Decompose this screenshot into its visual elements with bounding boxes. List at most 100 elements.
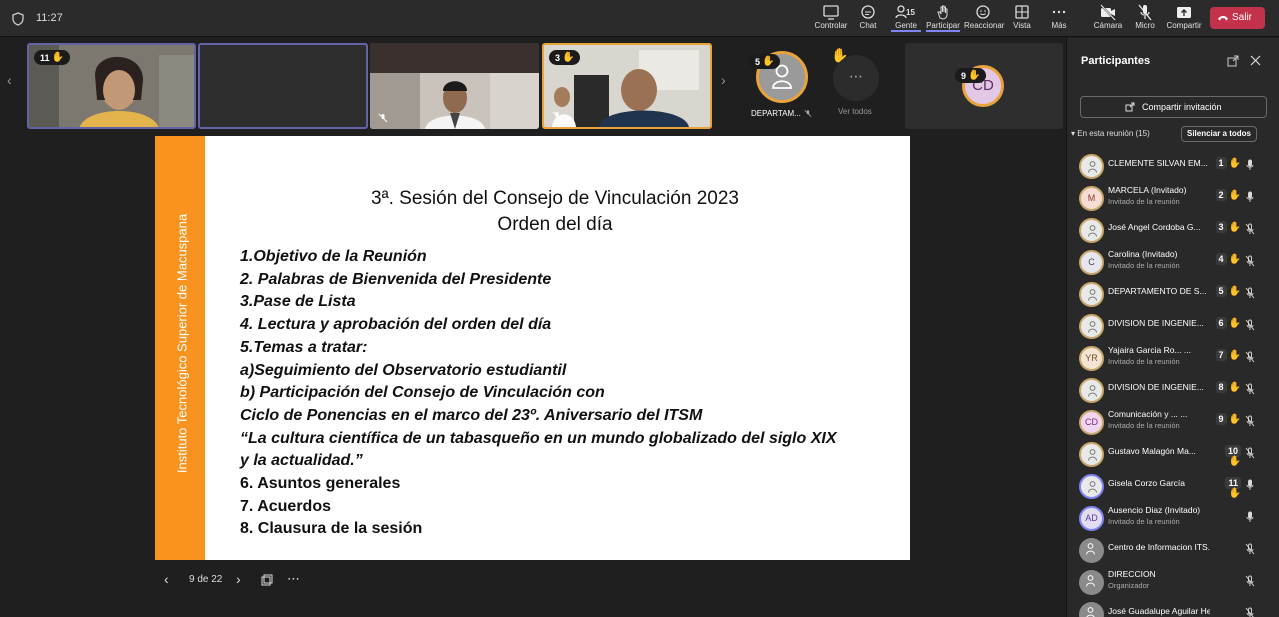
video-tile-1[interactable]: 11 ✋ <box>27 43 196 129</box>
participant-row[interactable]: DIVISION DE INGENIE... 8 ✋ <box>1067 374 1279 406</box>
audio-tile-department[interactable]: 5 ✋ DEPARTAM... <box>748 43 818 129</box>
prev-slide-button[interactable]: ‹ <box>164 571 169 587</box>
react-button[interactable]: Reaccionar <box>964 4 1004 34</box>
agenda-list: 1.Objetivo de la Reunión 2. Palabras de … <box>240 246 837 541</box>
shield-icon <box>12 12 24 26</box>
popout-icon[interactable] <box>1227 55 1239 67</box>
agenda-item: 8. Clausura de la sesión <box>240 520 423 538</box>
people-count: 15 <box>906 8 915 17</box>
more-options-icon[interactable]: ⋯ <box>287 571 300 587</box>
hand-raise-order: 1 ✋ <box>1213 157 1241 169</box>
people-button[interactable]: 15 Gente <box>891 4 921 34</box>
audio-tile-cd[interactable]: CD 9 ✋ <box>905 43 1063 129</box>
participant-name: Comunicación y ... ... <box>1108 409 1188 419</box>
agenda-item: 1.Objetivo de la Reunión <box>240 248 427 265</box>
participant-video <box>370 43 539 129</box>
participant-name: Carolina (Invitado) <box>1108 249 1178 259</box>
participant-row[interactable]: AD Ausencio Diaz (Invitado) Invitado de la… <box>1067 502 1279 534</box>
participant-row[interactable]: Centro de Informacion ITS. M... <box>1067 534 1279 566</box>
share-button[interactable]: Compartir <box>1164 4 1204 34</box>
participant-row[interactable]: Gisela Corzo García 11✋ <box>1067 470 1279 502</box>
mic-icon[interactable] <box>1245 191 1255 203</box>
agenda-item: “La cultura científica de un tabasqueño … <box>240 429 837 447</box>
participant-row[interactable]: DIVISION DE INGENIE... 6 ✋ <box>1067 310 1279 342</box>
avatar <box>1079 378 1104 403</box>
muted-mic-icon[interactable] <box>1245 255 1255 267</box>
participant-row[interactable]: YR Yajaira Garcia Ro... ... Invitado de la… <box>1067 342 1279 374</box>
control-button[interactable]: Controlar <box>813 4 849 34</box>
mute-all-button[interactable]: Silenciar a todos <box>1181 126 1257 142</box>
slides-grid-icon[interactable] <box>261 574 273 586</box>
muted-mic-icon[interactable] <box>1245 543 1255 555</box>
hand-icon: ✋ <box>1228 222 1241 233</box>
view-button[interactable]: Vista <box>1010 4 1034 34</box>
slide-side-bar: Instituto Tecnológico Superior de Macusp… <box>155 136 205 560</box>
avatar: C <box>1079 250 1104 275</box>
hand-icon: ✋ <box>562 52 575 63</box>
in-meeting-header[interactable]: ▾ En esta reunión (15) <box>1071 129 1150 138</box>
more-button[interactable]: Más <box>1048 4 1070 34</box>
strip-next-arrow[interactable]: › <box>721 72 726 88</box>
hand-raise-order: 9 ✋ <box>1213 413 1241 425</box>
participant-name: José Guadalupe Aguilar Hern... <box>1108 606 1210 616</box>
muted-mic-icon[interactable] <box>1245 447 1255 459</box>
slide-navigation: ‹ 9 de 22 › ⋯ <box>160 570 320 590</box>
participant-row[interactable]: CD Comunicación y ... ... Invitado de la r… <box>1067 406 1279 438</box>
participant-row[interactable]: Gustavo Malagón Ma... 10✋ <box>1067 438 1279 470</box>
muted-mic-icon[interactable] <box>1245 575 1255 587</box>
muted-mic-icon[interactable] <box>1245 223 1255 235</box>
agenda-item: b) Participación del Consejo de Vinculac… <box>240 384 605 402</box>
next-slide-button[interactable]: › <box>236 571 241 587</box>
camera-button[interactable]: Cámara <box>1093 4 1123 34</box>
muted-mic-icon <box>552 111 562 121</box>
participant-name: José Angel Cordoba G... <box>1108 222 1201 232</box>
video-tile-3[interactable] <box>370 43 539 129</box>
camera-off-icon <box>1100 4 1116 21</box>
hand-icon: ✋ <box>1228 456 1241 467</box>
more-icon <box>1052 10 1066 14</box>
person-icon <box>1088 161 1097 173</box>
mic-button[interactable]: Micro <box>1133 4 1157 34</box>
chat-button[interactable]: Chat <box>856 4 880 34</box>
muted-mic-icon[interactable] <box>1245 415 1255 427</box>
participant-name: DIRECCION <box>1108 569 1156 579</box>
participant-row[interactable]: José Angel Cordoba G... 3 ✋ <box>1067 214 1279 246</box>
strip-prev-arrow[interactable]: ‹ <box>7 72 12 88</box>
mic-icon[interactable] <box>1245 479 1255 491</box>
hand-icon: ✋ <box>51 52 64 63</box>
hand-raise-order: 6 ✋ <box>1213 317 1241 329</box>
participant-row[interactable]: DIRECCION Organizador <box>1067 566 1279 598</box>
participant-role: Invitado de la reunión <box>1108 421 1180 430</box>
agenda-item: 5.Temas a tratar: <box>240 338 368 356</box>
mic-icon[interactable] <box>1245 159 1255 171</box>
participant-name: Gustavo Malagón Ma... <box>1108 446 1196 456</box>
muted-mic-icon[interactable] <box>1245 383 1255 395</box>
hand-icon: ✋ <box>1228 488 1241 499</box>
leave-button[interactable]: Salir <box>1210 7 1265 29</box>
avatar <box>1079 570 1104 595</box>
muted-mic-icon[interactable] <box>1245 319 1255 331</box>
person-icon <box>1086 607 1095 617</box>
person-icon <box>1088 289 1097 301</box>
hand-icon: ✋ <box>1228 318 1241 329</box>
share-invite-button[interactable]: Compartir invitación <box>1080 96 1267 118</box>
video-tile-2[interactable] <box>198 43 368 129</box>
video-tile-4[interactable]: 3 ✋ <box>542 43 712 129</box>
hand-raise-order: 7 ✋ <box>1213 349 1241 361</box>
mic-icon[interactable] <box>1245 511 1255 523</box>
share-tray-icon <box>1177 7 1191 18</box>
see-all-button[interactable]: ✋ ⋯ Ver todos <box>828 43 888 129</box>
participant-row[interactable]: José Guadalupe Aguilar Hern... <box>1067 598 1279 617</box>
participant-row[interactable]: M MARCELA (Invitado) Invitado de la reunió… <box>1067 182 1279 214</box>
chat-icon <box>861 5 875 19</box>
participant-row[interactable]: DEPARTAMENTO DE S... 5 ✋ <box>1067 278 1279 310</box>
muted-mic-icon[interactable] <box>1245 351 1255 363</box>
presentation-slide: Instituto Tecnológico Superior de Macusp… <box>155 136 910 560</box>
muted-mic-icon[interactable] <box>1245 607 1255 617</box>
participant-row[interactable]: CLEMENTE SILVAN EM... 1 ✋ <box>1067 150 1279 182</box>
muted-mic-icon[interactable] <box>1245 287 1255 299</box>
avatar: CD <box>1079 410 1104 435</box>
participant-row[interactable]: C Carolina (Invitado) Invitado de la reuni… <box>1067 246 1279 278</box>
close-icon[interactable] <box>1250 55 1261 66</box>
participate-button[interactable]: Participar <box>926 4 960 34</box>
